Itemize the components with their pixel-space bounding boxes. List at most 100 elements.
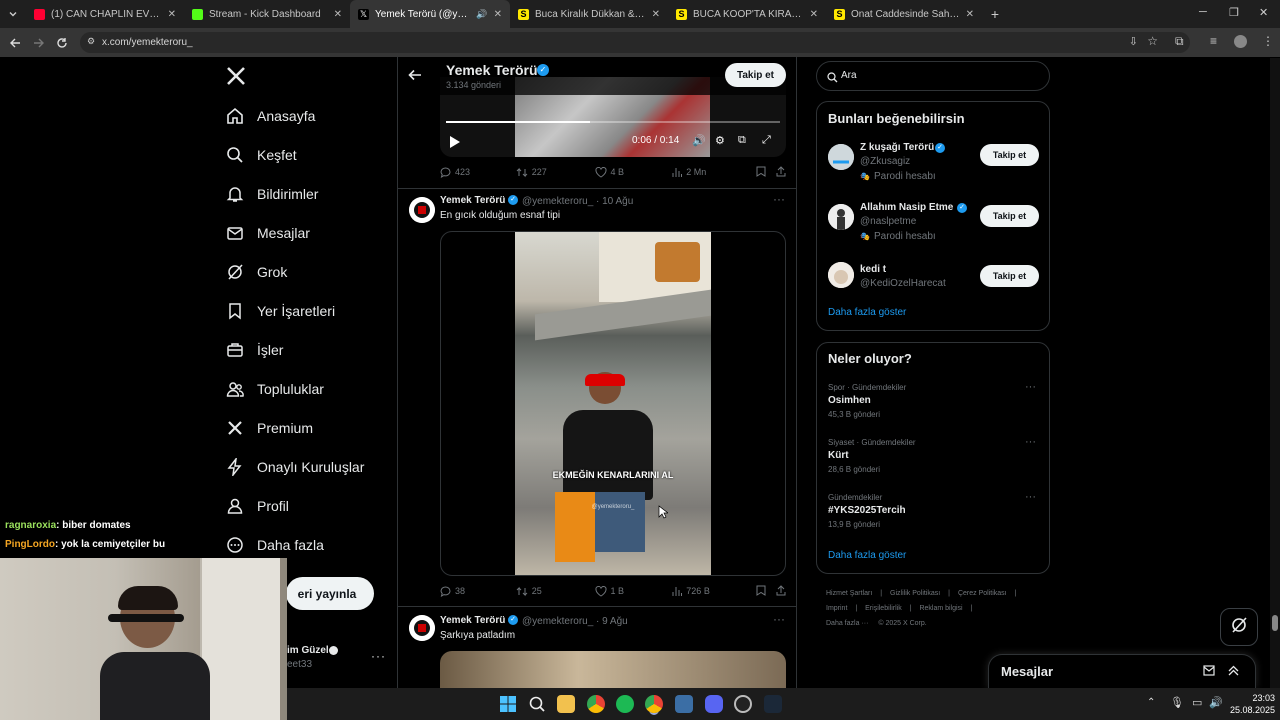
nav-item-communities[interactable]: Topluluklar — [218, 371, 324, 407]
avatar[interactable] — [828, 262, 854, 288]
grok-floating-button[interactable] — [1220, 608, 1258, 646]
media-controls-icon[interactable]: ≡ — [1210, 34, 1217, 48]
views-button[interactable]: 726 B — [672, 586, 752, 597]
close-tab-icon[interactable]: ✕ — [494, 9, 502, 20]
tray-chevron-icon[interactable]: ⌃ — [1147, 697, 1155, 708]
close-tab-icon[interactable]: ✕ — [966, 9, 974, 20]
bookmark-icon[interactable] — [756, 166, 776, 179]
forward-icon[interactable] — [27, 31, 51, 55]
more-dots-icon[interactable]: ··· — [371, 649, 386, 663]
chevron-up-icon[interactable] — [1227, 664, 1240, 682]
nav-item-explore[interactable]: Keşfet — [218, 137, 297, 173]
suggestion-item[interactable]: Allahım Nasip Etme ✓ @naslpetme 🎭 Parodi … — [817, 200, 1049, 250]
chrome-icon[interactable] — [587, 695, 605, 713]
obs-icon[interactable] — [734, 695, 752, 713]
microphone-icon[interactable]: 🎙 — [1170, 696, 1184, 709]
fullscreen-icon[interactable]: ⤢ — [762, 134, 771, 147]
nav-item-bookmarks[interactable]: Yer İşaretleri — [218, 293, 335, 329]
close-tab-icon[interactable]: ✕ — [810, 9, 818, 20]
tweet-date[interactable]: · 9 Ağu — [596, 616, 628, 627]
more-dots-icon[interactable]: ··· — [1025, 381, 1036, 393]
spotify-icon[interactable] — [616, 695, 634, 713]
network-icon[interactable]: ▭ — [1192, 696, 1202, 709]
close-window-icon[interactable]: ✕ — [1259, 6, 1268, 19]
tweet[interactable]: Yemek Terörü ✓ @yemekteroru_ · 10 Ağu ··… — [398, 189, 796, 606]
nav-item-grok[interactable]: Grok — [218, 254, 287, 290]
follow-button[interactable]: Takip et — [980, 144, 1039, 166]
more-dots-icon[interactable]: ··· — [773, 192, 785, 206]
more-dots-icon[interactable]: ··· — [773, 612, 785, 626]
popout-icon[interactable]: ⧉ — [738, 134, 746, 147]
footer-link[interactable]: Reklam bilgisi — [919, 605, 962, 612]
avatar[interactable] — [828, 204, 854, 230]
clock[interactable]: 23:03 25.08.2025 — [1225, 692, 1275, 716]
app-icon[interactable] — [675, 695, 693, 713]
back-arrow-icon[interactable] — [408, 68, 422, 87]
bookmark-icon[interactable] — [756, 585, 776, 598]
follow-button[interactable]: Takip et — [980, 205, 1039, 227]
tweet-author-name[interactable]: Yemek Terörü — [440, 615, 505, 626]
reply-button[interactable]: 38 — [440, 586, 516, 597]
tweet-video[interactable]: EKMEĞİN KENARLARINI AL @yemekteroru_ — [440, 231, 786, 576]
tweet-author-name[interactable]: Yemek Terörü — [440, 195, 505, 206]
discord-icon[interactable] — [705, 695, 723, 713]
avatar[interactable] — [409, 197, 435, 223]
install-app-icon[interactable]: ⇩ — [1129, 35, 1138, 48]
chrome-active-icon[interactable] — [645, 695, 663, 713]
nav-item-messages[interactable]: Mesajlar — [218, 215, 310, 251]
profile-icon[interactable] — [1234, 35, 1247, 48]
reload-icon[interactable] — [50, 31, 74, 55]
nav-item-verified-orgs[interactable]: Onaylı Kuruluşlar — [218, 449, 364, 485]
close-tab-icon[interactable]: ✕ — [652, 9, 660, 20]
steam-icon[interactable] — [764, 695, 782, 713]
more-dots-icon[interactable]: ··· — [1025, 491, 1036, 503]
reply-button[interactable]: 423 — [440, 167, 516, 178]
tab-search-button[interactable] — [0, 0, 26, 28]
windows-start-icon[interactable] — [499, 695, 517, 713]
volume-icon[interactable]: 🔊 — [692, 134, 706, 147]
tweet-author-handle[interactable]: @yemekteroru_ — [522, 196, 593, 207]
views-button[interactable]: 2 Mn — [672, 167, 752, 178]
footer-link[interactable]: Çerez Politikası — [958, 590, 1007, 597]
show-more-link[interactable]: Daha fazla göster — [828, 307, 906, 318]
video-progress-track[interactable] — [446, 121, 780, 123]
trend-item[interactable]: Spor · Gündemdekiler Osimhen 45,3 B gönd… — [817, 381, 1049, 425]
page-scrollbar[interactable] — [1270, 58, 1280, 688]
x-logo-icon[interactable] — [226, 66, 246, 86]
footer-link[interactable]: Erişilebilirlik — [865, 605, 902, 612]
suggestion-item[interactable]: Z kuşağı Terörü ✓ @Zkusagiz 🎭 Parodi hesa… — [817, 140, 1049, 190]
restore-icon[interactable]: ❐ — [1229, 6, 1239, 19]
play-icon[interactable] — [450, 135, 460, 153]
nav-item-jobs[interactable]: İşler — [218, 332, 283, 368]
menu-icon[interactable]: ⋮ — [1262, 34, 1274, 48]
footer-link[interactable]: Imprint — [826, 605, 847, 612]
back-icon[interactable] — [3, 31, 27, 55]
follow-button[interactable]: Takip et — [980, 265, 1039, 287]
footer-link[interactable]: Gizlilik Politikası — [890, 590, 940, 597]
search-input[interactable]: Ara — [816, 61, 1050, 91]
extensions-icon[interactable]: ⧉ — [1175, 34, 1184, 49]
trend-item[interactable]: Siyaset · Gündemdekiler Kürt 28,6 B gönd… — [817, 436, 1049, 480]
share-icon[interactable] — [776, 165, 786, 179]
new-tab-button[interactable]: + — [982, 6, 1008, 22]
avatar[interactable] — [409, 615, 435, 641]
close-tab-icon[interactable]: ✕ — [168, 9, 176, 20]
volume-icon[interactable]: 🔊 — [1209, 696, 1223, 709]
retweet-button[interactable]: 227 — [516, 167, 595, 178]
browser-tab-x-active[interactable]: 𝕏 Yemek Terörü (@yemekteroru_) 🔊 ✕ — [350, 0, 510, 28]
settings-icon[interactable]: ⚙ — [715, 134, 725, 147]
file-explorer-icon[interactable] — [557, 695, 575, 713]
trend-item[interactable]: Gündemdekiler #YKS2025Tercih 13,9 B gönd… — [817, 491, 1049, 535]
post-button[interactable]: eri yayınla — [286, 577, 374, 610]
account-switcher[interactable]: im Güzel eet33 ··· — [287, 640, 387, 674]
tweet-media[interactable] — [440, 651, 786, 688]
like-button[interactable]: 4 B — [595, 166, 673, 178]
footer-link[interactable]: Hizmet Şartları — [826, 590, 872, 597]
browser-tab-kick[interactable]: Stream - Kick Dashboard ✕ — [184, 0, 350, 28]
taskbar-search-icon[interactable] — [528, 695, 546, 713]
site-info-icon[interactable]: ⚙ — [87, 36, 95, 47]
tweet-date[interactable]: · 10 Ağu — [596, 196, 633, 207]
close-tab-icon[interactable]: ✕ — [334, 9, 342, 20]
suggestion-item[interactable]: kedi t @KediOzelHarecat Takip et — [817, 260, 1049, 296]
share-icon[interactable] — [776, 584, 786, 598]
